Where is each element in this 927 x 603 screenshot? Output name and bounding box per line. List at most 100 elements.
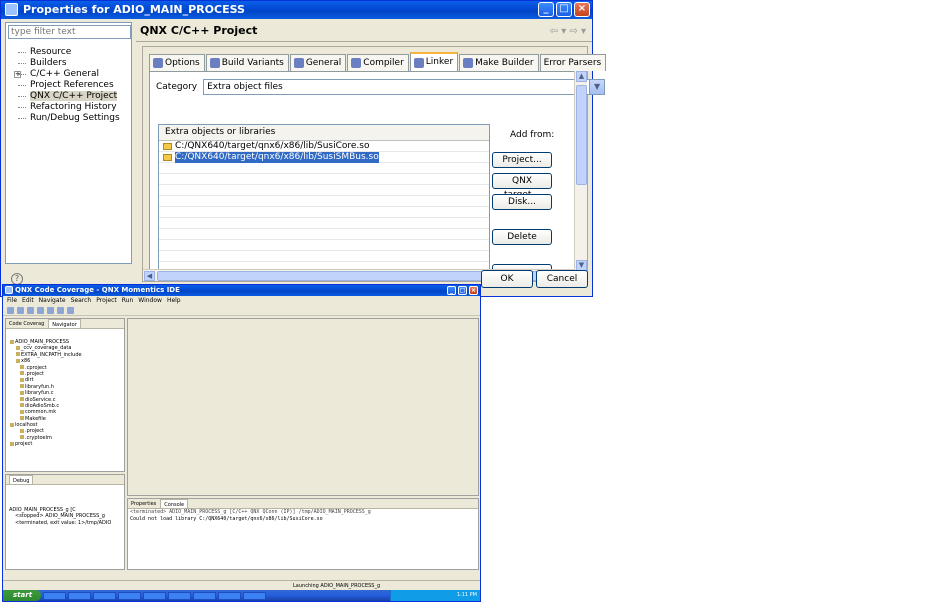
status-bar: Launching ADIO_MAIN_PROCESS_g	[3, 580, 480, 590]
linker-icon	[413, 57, 424, 68]
maximize-button[interactable]: □	[556, 2, 572, 17]
folder-icon	[16, 358, 20, 363]
vertical-scrollbar[interactable]: ▲ ▼	[574, 71, 587, 271]
menu-file[interactable]: File	[7, 296, 17, 305]
ide-close-button[interactable]: ×	[469, 286, 478, 295]
taskbar: start 1:11 PM	[3, 590, 480, 601]
menu-edit[interactable]: Edit	[22, 296, 34, 305]
category-select[interactable]: Extra object files ▼	[203, 79, 606, 95]
nav-pane: Resource Builders +C/C++ General Project…	[5, 22, 132, 264]
file-icon	[20, 428, 24, 433]
nav-item-builders[interactable]: Builders	[6, 58, 131, 69]
tab-options[interactable]: Options	[149, 54, 205, 71]
ide-maximize-button[interactable]: □	[458, 286, 467, 295]
taskbar-item[interactable]	[43, 591, 66, 600]
new-icon[interactable]	[7, 306, 14, 314]
menu-search[interactable]: Search	[71, 296, 92, 305]
print-icon[interactable]	[27, 306, 34, 314]
library-row[interactable]: C:/QNX640/target/qnx6/x86/lib/SusiCore.s…	[159, 141, 489, 152]
menu-window[interactable]: Window	[138, 296, 162, 305]
debug-run-icon[interactable]	[37, 306, 44, 314]
ide-app-icon	[5, 286, 13, 294]
category-label: Category	[156, 82, 198, 92]
tab-properties[interactable]: Properties	[131, 499, 156, 508]
nav-item-run-debug-settings[interactable]: Run/Debug Settings	[6, 113, 131, 124]
tab-debug[interactable]: Debug	[9, 475, 34, 484]
tab-code-coverage[interactable]: Code Coverag	[9, 319, 44, 328]
dialog-app-icon	[5, 3, 18, 16]
external-tools-icon[interactable]	[57, 306, 64, 314]
menu-help[interactable]: Help	[167, 296, 181, 305]
start-button[interactable]: start	[3, 590, 41, 601]
taskbar-item[interactable]	[193, 591, 216, 600]
editor-area	[127, 318, 479, 496]
folder-icon	[163, 142, 172, 150]
scroll-left-icon[interactable]: ◀	[144, 271, 155, 281]
library-row-selected[interactable]: C:/QNX640/target/qnx6/x86/lib/SusiSMBus.…	[159, 151, 489, 163]
nav-item-project-references[interactable]: Project References	[6, 80, 131, 91]
nav-item-refactoring-history[interactable]: Refactoring History	[6, 102, 131, 113]
tab-navigator[interactable]: Navigator	[48, 319, 81, 328]
nav-item-qnx-cpp-project[interactable]: QNX C/C++ Project	[6, 91, 131, 102]
add-project-button[interactable]: Project...	[492, 152, 552, 168]
ide-minimize-button[interactable]: _	[447, 286, 456, 295]
tab-general[interactable]: General	[289, 54, 347, 71]
file-icon	[20, 365, 24, 370]
search-icon[interactable]	[67, 306, 74, 314]
taskbar-item[interactable]	[218, 591, 241, 600]
taskbar-item[interactable]	[143, 591, 166, 600]
tab-compiler[interactable]: Compiler	[347, 54, 409, 71]
project-icon	[10, 422, 14, 427]
menu-run[interactable]: Run	[122, 296, 134, 305]
add-qnx-target-button[interactable]: QNX target...	[492, 173, 552, 200]
vertical-scroll-thumb[interactable]	[576, 85, 587, 185]
taskbar-item[interactable]	[243, 591, 266, 600]
ide-menu-bar: File Edit Navigate Search Project Run Wi…	[3, 296, 480, 305]
nav-item-resource[interactable]: Resource	[6, 47, 131, 58]
libraries-table-header: Extra objects or libraries	[159, 125, 489, 141]
navigator-panel: Code Coverag Navigator ADIO_MAIN_PROCESS…	[5, 318, 125, 472]
taskbar-item[interactable]	[68, 591, 91, 600]
content-pane: QNX C/C++ Project ⇦ ▾ ⇨ ▾ Options Build …	[136, 22, 607, 282]
debug-item[interactable]: <terminated, exit value: 1>/tmp/ADIO	[9, 520, 124, 526]
dialog-title-bar[interactable]: Properties for ADIO_MAIN_PROCESS _ □ ×	[1, 1, 592, 19]
tab-linker[interactable]: Linker	[409, 52, 459, 71]
system-tray: 1:11 PM	[390, 590, 480, 601]
menu-navigate[interactable]: Navigate	[39, 296, 66, 305]
ok-button[interactable]: OK	[481, 270, 533, 288]
taskbar-item[interactable]	[93, 591, 116, 600]
delete-button[interactable]: Delete	[492, 229, 552, 245]
tab-error-parsers[interactable]: Error Parsers	[539, 54, 607, 71]
close-button[interactable]: ×	[574, 2, 590, 17]
folder-icon	[16, 352, 20, 357]
tree-item[interactable]: project	[10, 441, 124, 447]
taskbar-item[interactable]	[168, 591, 191, 600]
build-variants-icon	[209, 58, 220, 68]
file-icon	[20, 435, 24, 440]
add-disk-button[interactable]: Disk...	[492, 194, 552, 210]
compiler-icon	[351, 58, 362, 68]
nav-item-cpp-general[interactable]: + C/C++ General	[6, 69, 131, 80]
file-icon	[20, 371, 24, 376]
ide-toolbar	[3, 305, 480, 316]
tab-make-builder[interactable]: Make Builder	[459, 54, 539, 71]
tab-build-variants[interactable]: Build Variants	[205, 54, 289, 71]
menu-project[interactable]: Project	[96, 296, 117, 305]
general-icon	[293, 58, 304, 68]
chevron-down-icon[interactable]: ▼	[589, 80, 605, 94]
file-icon	[20, 390, 24, 395]
ide-title-bar[interactable]: QNX Code Coverage - QNX Momentics IDE _ …	[3, 285, 480, 296]
clock: 1:11 PM	[456, 592, 477, 598]
filter-input[interactable]	[8, 25, 131, 39]
run-icon[interactable]	[47, 306, 54, 314]
make-builder-icon	[463, 58, 474, 68]
file-icon	[20, 384, 24, 389]
scroll-up-icon[interactable]: ▲	[576, 71, 587, 82]
minimize-button[interactable]: _	[538, 2, 554, 17]
save-icon[interactable]	[17, 306, 24, 314]
cancel-button[interactable]: Cancel	[536, 270, 588, 288]
tab-console[interactable]: Console	[160, 499, 189, 508]
history-arrows-icon[interactable]: ⇦ ▾ ⇨ ▾	[550, 26, 586, 37]
add-from-label: Add from:	[510, 130, 555, 140]
taskbar-item[interactable]	[118, 591, 141, 600]
